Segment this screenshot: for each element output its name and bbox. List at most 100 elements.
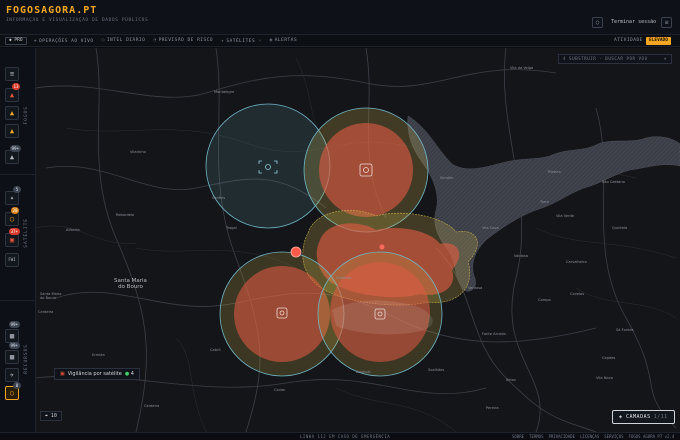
status-dot-icon: ●: [124, 371, 130, 377]
footer-link-licenses[interactable]: LICENÇAS: [580, 434, 599, 439]
truck-icon[interactable]: ▩: [5, 350, 19, 364]
town-label: Alfarela: [66, 228, 80, 232]
fire-zone: [234, 266, 330, 362]
town-label: Vila Nova: [596, 376, 613, 380]
footer-link-services[interactable]: SERVIÇOS: [604, 434, 623, 439]
zoom-level: 10: [50, 413, 57, 419]
town-label: São Caetano: [602, 180, 625, 184]
town-label: Montalegre: [214, 90, 235, 94]
footer-link-about[interactable]: SOBRE: [512, 434, 524, 439]
town-label: Soalhães: [428, 368, 445, 372]
divider: [0, 174, 36, 175]
satellite-badge: 5: [13, 186, 21, 193]
zoom-indicator[interactable]: ⌖ 10: [40, 411, 62, 421]
town-label: Cerdeira: [144, 404, 160, 408]
brand-title: FOGOSAGORA.PT: [6, 5, 98, 16]
layers-label: CAMADAS: [626, 414, 651, 420]
fires-badge: 99+: [10, 145, 21, 152]
truck-icon[interactable]: ▩: [5, 329, 19, 343]
flame-icon[interactable]: ▲: [5, 106, 19, 120]
flame-icon[interactable]: ▲: [5, 124, 19, 138]
search-placeholder: 4 SUBSTRUIR · BUSCAR POR VOO: [563, 56, 648, 61]
active-fire-dot: [379, 244, 385, 250]
town-label: Cerdeira: [336, 276, 352, 280]
town-label: Seixo: [506, 378, 516, 382]
active-fire-dot: [290, 246, 302, 258]
flame-icon[interactable]: ▲: [5, 88, 19, 102]
layers-button[interactable]: ◈ CAMADAS 1/11: [612, 410, 675, 424]
tab-alerts[interactable]: ◉ ALERTAS: [270, 38, 298, 44]
pro-badge[interactable]: ◆ PRO: [5, 37, 27, 45]
town-label: Covas: [274, 388, 285, 392]
footer-links: SOBRE TERMOS PRIVACIDADE LICENÇAS SERVIÇ…: [512, 434, 674, 439]
radar-icon[interactable]: ◯: [5, 212, 19, 226]
town-label: Covelas: [570, 292, 585, 296]
camera-icon[interactable]: ▣: [5, 233, 19, 247]
tab-label: OPERAÇÕES AO VIVO: [39, 39, 94, 44]
tab-satellites[interactable]: ✦ SATÉLITES ˅: [221, 38, 261, 44]
satellite-icon: ✦: [221, 39, 225, 44]
close-icon[interactable]: ×: [664, 55, 667, 63]
fwi-icon[interactable]: FWI: [5, 253, 19, 267]
tab-label: SATÉLITES: [226, 39, 256, 44]
tab-label: INTEL DIÁRIO: [106, 38, 146, 43]
footer-link-privacy[interactable]: PRIVACIDADE: [549, 434, 576, 439]
nav-tabs: ⌖ OPERAÇÕES AO VIVO ◯ INTEL DIÁRIO ◔ PREVIS…: [34, 38, 297, 44]
brand[interactable]: FOGOSAGORA.PT INFORMAÇÃO E VISUALIZAÇÃO …: [6, 5, 148, 23]
town-label-major: Santa Maria do Bouro: [114, 278, 147, 290]
app-header: FOGOSAGORA.PT INFORMAÇÃO E VISUALIZAÇÃO …: [0, 0, 680, 35]
emergency-notice: LINHA 112 EM CASO DE EMERGÊNCIA: [300, 434, 391, 439]
tab-label: PREVISÃO DE RISCO: [158, 38, 214, 43]
footer-version: FOGOS AGORA PT v2.4: [628, 434, 675, 439]
chevron-down-icon: ˅: [258, 39, 262, 44]
surveillance-count: 4: [130, 371, 134, 377]
zoom-icon: ⌖: [45, 413, 48, 419]
menu-icon[interactable]: ≡: [661, 17, 672, 28]
broadcast-icon: ⌖: [34, 39, 38, 44]
surveillance-toggle[interactable]: ▣ Vigilância por satélite ● 4: [54, 368, 140, 380]
fire-zone: [319, 123, 413, 217]
resources-badge: 99+: [9, 342, 20, 349]
town-label: Torre: [540, 200, 549, 204]
town-label: Sendim: [440, 176, 454, 180]
section-label-satellite: SATÉLITE: [24, 218, 29, 248]
logout-link[interactable]: Terminar sessão: [611, 19, 656, 25]
tab-label: ALERTAS: [274, 38, 298, 43]
map-view[interactable]: Vila da Veiga Montalegre Vilarinho Rebor…: [36, 48, 680, 432]
town-label: Ribeira: [548, 170, 561, 174]
section-label-fires: FOGOS: [24, 106, 29, 125]
forecast-icon: ◔: [153, 38, 157, 43]
pro-label: PRO: [14, 38, 23, 43]
satellite-badge: 37+: [9, 228, 20, 235]
list-icon[interactable]: ≡: [5, 67, 19, 81]
town-label: Sá Fontes: [616, 328, 634, 332]
town-label: Cerdeira: [38, 310, 54, 314]
town-label: Campo: [538, 298, 551, 302]
town-label: Santa Maria do Bouro: [40, 292, 62, 300]
tab-live-operations[interactable]: ⌖ OPERAÇÕES AO VIVO: [34, 38, 94, 44]
town-label: Ventosa: [468, 286, 483, 290]
town-label: Pereira: [486, 406, 499, 410]
section-label-resources: RECURSOS: [24, 344, 29, 374]
town-label: Carvalheira: [566, 260, 587, 264]
user-icon[interactable]: ○: [592, 17, 603, 28]
map-search-input[interactable]: 4 SUBSTRUIR · BUSCAR POR VOO ×: [558, 54, 672, 64]
tab-risk-forecast[interactable]: ◔ PREVISÃO DE RISCO: [153, 38, 213, 44]
brand-subtitle: INFORMAÇÃO E VISUALIZAÇÃO DE DADOS PÚBLI…: [6, 18, 149, 23]
flame-icon[interactable]: ▲: [5, 150, 19, 164]
satellite-icon: ▣: [60, 371, 65, 377]
activity-label: ATIVIDADE: [614, 38, 643, 43]
divider: [0, 300, 36, 301]
resources-badge: 0: [13, 382, 21, 389]
plane-icon[interactable]: ✈: [5, 368, 19, 382]
sidebar: ≡ ▲ 13 ▲ ▲ ▲ 99+ FOGOS ✦ 5 ◯ 20 ▣ 37+ FW…: [0, 48, 36, 432]
activity-level-badge: ELEVADO: [646, 37, 671, 45]
town-label: Valdosa: [514, 254, 528, 258]
town-label: Vilarinho: [130, 150, 146, 154]
tab-daily-intel[interactable]: ◯ INTEL DIÁRIO: [102, 38, 146, 44]
town-label: Ermida: [92, 353, 105, 357]
town-label: Sanfins: [212, 196, 226, 200]
satellite-icon[interactable]: ✦: [5, 191, 19, 205]
town-label: Trogal: [226, 226, 237, 230]
footer-link-terms[interactable]: TERMOS: [529, 434, 543, 439]
